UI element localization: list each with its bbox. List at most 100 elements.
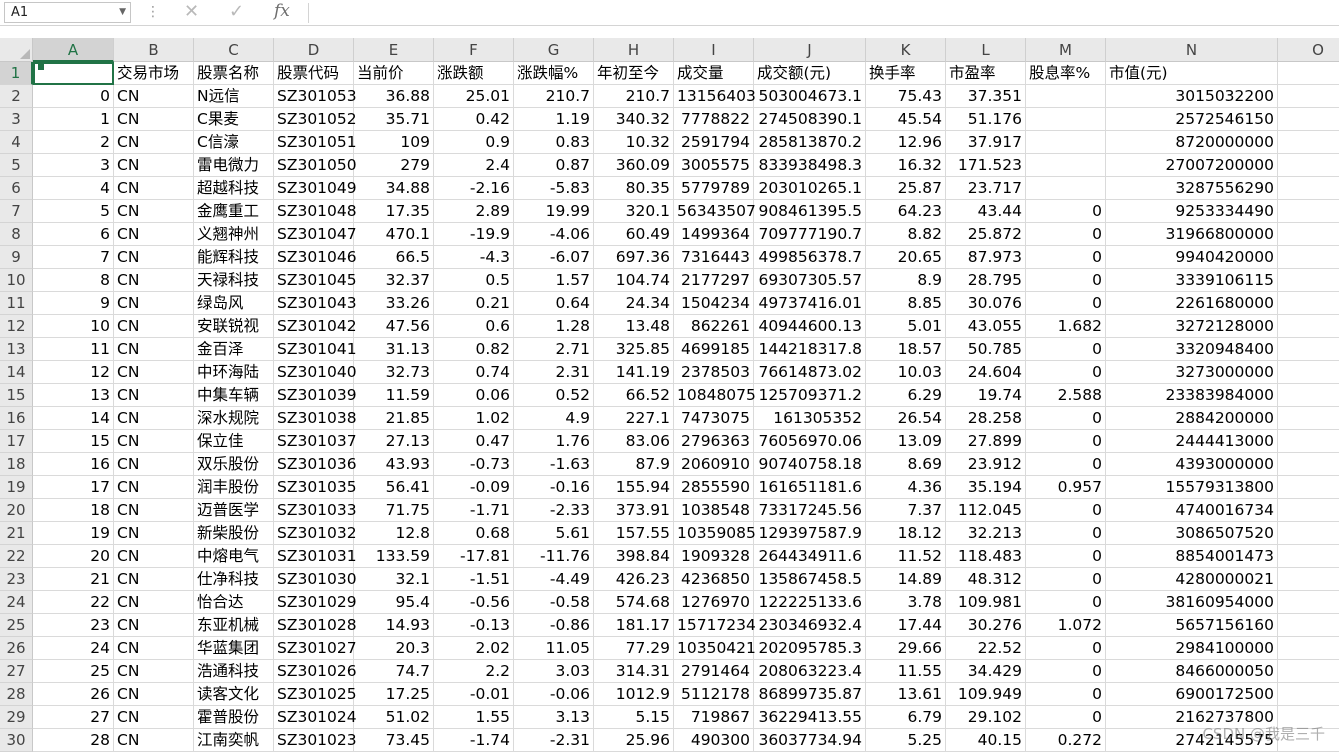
cell-m1[interactable]: 股息率% (1026, 62, 1106, 85)
cell-f19[interactable]: -0.09 (434, 476, 514, 499)
cell-b19[interactable]: CN (114, 476, 194, 499)
cell-g6[interactable]: -5.83 (514, 177, 594, 200)
cell-a27[interactable]: 25 (33, 660, 114, 683)
cell-c5[interactable]: 雷电微力 (194, 154, 274, 177)
cell-i26[interactable]: 10350421 (674, 637, 756, 660)
cell-a15[interactable]: 13 (33, 384, 114, 407)
cell-m12[interactable]: 1.682 (1026, 315, 1106, 338)
cell-d25[interactable]: SZ301028 (274, 614, 357, 637)
row-header[interactable]: 17 (0, 430, 33, 453)
cell-a14[interactable]: 12 (33, 361, 114, 384)
cell-e12[interactable]: 47.56 (354, 315, 434, 338)
column-header-d[interactable]: D (274, 38, 354, 62)
cell-l5[interactable]: 171.523 (946, 154, 1026, 177)
cell-g2[interactable]: 210.7 (514, 85, 594, 108)
cell-e14[interactable]: 32.73 (354, 361, 434, 384)
cell-o28[interactable] (1278, 683, 1339, 706)
column-header-l[interactable]: L (946, 38, 1026, 62)
cell-o3[interactable] (1278, 108, 1339, 131)
cell-e13[interactable]: 31.13 (354, 338, 434, 361)
cell-c28[interactable]: 读客文化 (194, 683, 274, 706)
cell-m13[interactable]: 0 (1026, 338, 1106, 361)
cell-i23[interactable]: 4236850 (674, 568, 754, 591)
cell-g26[interactable]: 11.05 (514, 637, 594, 660)
cell-c12[interactable]: 安联锐视 (194, 315, 274, 338)
cell-j19[interactable]: 161651181.6 (754, 476, 866, 499)
cell-c17[interactable]: 保立佳 (194, 430, 274, 453)
cell-e6[interactable]: 34.88 (354, 177, 434, 200)
column-header-c[interactable]: C (194, 38, 274, 62)
cell-j20[interactable]: 73317245.56 (754, 499, 866, 522)
cell-j30[interactable]: 36037734.94 (754, 729, 866, 752)
cell-o10[interactable] (1278, 269, 1339, 292)
cell-j6[interactable]: 203010265.1 (754, 177, 866, 200)
cell-n20[interactable]: 4740016734 (1106, 499, 1278, 522)
cell-k2[interactable]: 75.43 (866, 85, 946, 108)
cell-a11[interactable]: 9 (33, 292, 114, 315)
cell-i14[interactable]: 2378503 (674, 361, 754, 384)
cell-h13[interactable]: 325.85 (594, 338, 674, 361)
cell-n9[interactable]: 9940420000 (1106, 246, 1278, 269)
check-icon[interactable]: ✓ (229, 1, 244, 22)
cell-d12[interactable]: SZ301042 (274, 315, 357, 338)
cell-f7[interactable]: 2.89 (434, 200, 514, 223)
cell-k15[interactable]: 6.29 (866, 384, 946, 407)
cell-n11[interactable]: 2261680000 (1106, 292, 1278, 315)
cell-k9[interactable]: 20.65 (866, 246, 946, 269)
cell-j17[interactable]: 76056970.06 (754, 430, 866, 453)
cell-l19[interactable]: 35.194 (946, 476, 1026, 499)
cell-l10[interactable]: 28.795 (946, 269, 1026, 292)
cell-i10[interactable]: 2177297 (674, 269, 754, 292)
cell-d3[interactable]: SZ301052 (274, 108, 357, 131)
cell-m7[interactable]: 0 (1026, 200, 1106, 223)
cell-l28[interactable]: 109.949 (946, 683, 1026, 706)
cell-e15[interactable]: 11.59 (354, 384, 434, 407)
cell-m10[interactable]: 0 (1026, 269, 1106, 292)
cell-m26[interactable]: 0 (1026, 637, 1106, 660)
cell-f27[interactable]: 2.2 (434, 660, 514, 683)
cell-g3[interactable]: 1.19 (514, 108, 594, 131)
cell-h25[interactable]: 181.17 (594, 614, 674, 637)
cell-i9[interactable]: 7316443 (674, 246, 754, 269)
cell-b9[interactable]: CN (114, 246, 194, 269)
cell-i2[interactable]: 13156403 (674, 85, 756, 108)
cell-a6[interactable]: 4 (33, 177, 114, 200)
row-header[interactable]: 30 (0, 729, 33, 752)
cell-n14[interactable]: 3273000000 (1106, 361, 1278, 384)
cell-f14[interactable]: 0.74 (434, 361, 514, 384)
cell-c27[interactable]: 浩通科技 (194, 660, 274, 683)
cell-d27[interactable]: SZ301026 (274, 660, 357, 683)
cell-j25[interactable]: 230346932.4 (754, 614, 866, 637)
cell-j7[interactable]: 908461395.5 (754, 200, 866, 223)
cell-b5[interactable]: CN (114, 154, 194, 177)
cell-d19[interactable]: SZ301035 (274, 476, 357, 499)
cell-b24[interactable]: CN (114, 591, 194, 614)
cell-k19[interactable]: 4.36 (866, 476, 946, 499)
cell-j8[interactable]: 709777190.7 (754, 223, 866, 246)
cell-e8[interactable]: 470.1 (354, 223, 434, 246)
cell-b14[interactable]: CN (114, 361, 194, 384)
cell-j11[interactable]: 49737416.01 (754, 292, 866, 315)
cell-f28[interactable]: -0.01 (434, 683, 514, 706)
cell-e5[interactable]: 279 (354, 154, 434, 177)
row-header[interactable]: 6 (0, 177, 33, 200)
cell-e2[interactable]: 36.88 (354, 85, 434, 108)
cell-i5[interactable]: 3005575 (674, 154, 754, 177)
cell-k3[interactable]: 45.54 (866, 108, 946, 131)
cell-g17[interactable]: 1.76 (514, 430, 594, 453)
cell-k1[interactable]: 换手率 (866, 62, 946, 85)
cell-b29[interactable]: CN (114, 706, 194, 729)
row-header[interactable]: 25 (0, 614, 33, 637)
cell-h21[interactable]: 157.55 (594, 522, 674, 545)
cell-d14[interactable]: SZ301040 (274, 361, 357, 384)
cell-f2[interactable]: 25.01 (434, 85, 514, 108)
cell-j23[interactable]: 135867458.5 (754, 568, 866, 591)
cell-f5[interactable]: 2.4 (434, 154, 514, 177)
column-header-j[interactable]: J (754, 38, 866, 62)
cell-k16[interactable]: 26.54 (866, 407, 946, 430)
cell-d15[interactable]: SZ301039 (274, 384, 357, 407)
cell-l18[interactable]: 23.912 (946, 453, 1026, 476)
row-header[interactable]: 8 (0, 223, 33, 246)
cell-b25[interactable]: CN (114, 614, 194, 637)
cell-g25[interactable]: -0.86 (514, 614, 594, 637)
